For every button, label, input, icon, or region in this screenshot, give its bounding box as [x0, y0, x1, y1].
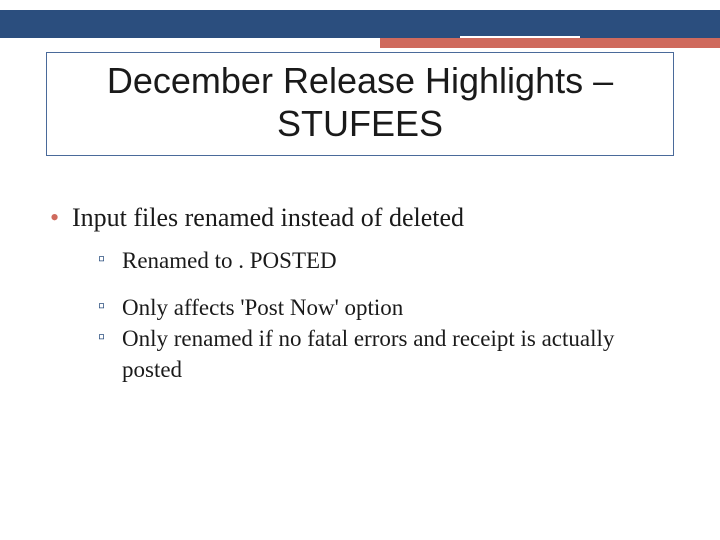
sub-bullet-text: Only affects 'Post Now' option [122, 295, 403, 320]
title-line-1: December Release Highlights – [107, 60, 613, 101]
slide-title: December Release Highlights – STUFEES [59, 59, 661, 145]
bullet-list-level2: Renamed to . POSTED Only affects 'Post N… [72, 245, 674, 385]
bullet-text: Input files renamed instead of deleted [72, 203, 464, 232]
sub-bullet-text: Renamed to . POSTED [122, 248, 337, 273]
decor-bar-red [380, 38, 720, 48]
sub-bullet-item: Renamed to . POSTED [96, 245, 674, 276]
bullet-list-level1: Input files renamed instead of deleted R… [46, 200, 674, 385]
sub-bullet-text: Only renamed if no fatal errors and rece… [122, 326, 614, 382]
title-line-2: STUFEES [277, 103, 443, 144]
title-container: December Release Highlights – STUFEES [46, 52, 674, 156]
decor-bar-blue [0, 10, 720, 38]
sub-bullet-item: Only affects 'Post Now' option [96, 292, 674, 323]
slide: December Release Highlights – STUFEES In… [0, 0, 720, 540]
sub-bullet-item: Only renamed if no fatal errors and rece… [96, 323, 674, 385]
bullet-item: Input files renamed instead of deleted R… [46, 200, 674, 385]
slide-body: Input files renamed instead of deleted R… [46, 200, 674, 401]
